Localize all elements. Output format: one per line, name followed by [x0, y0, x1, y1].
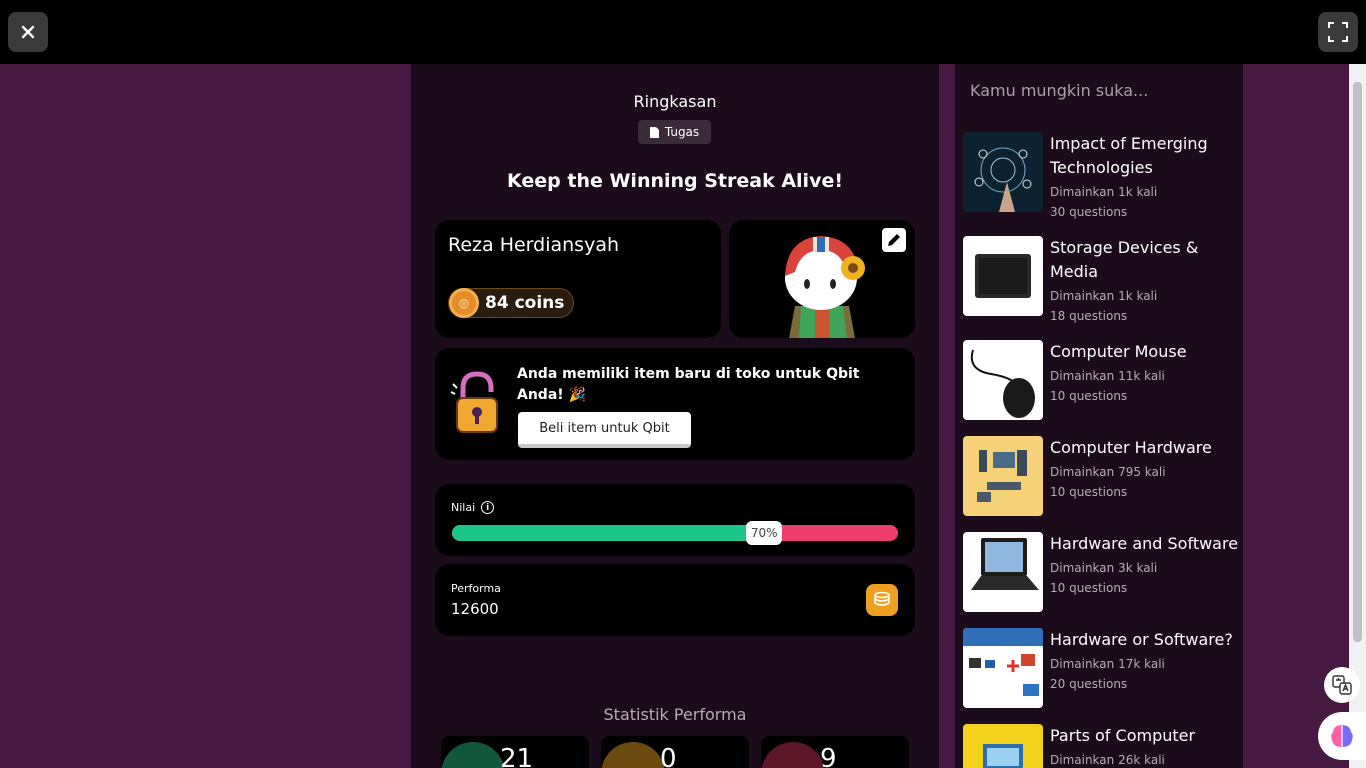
- page-scrollbar[interactable]: [1349, 64, 1366, 768]
- pencil-icon: [888, 234, 900, 246]
- ai-assistant-button[interactable]: [1318, 712, 1366, 760]
- stat-correct: 21: [441, 736, 589, 768]
- stat-partial: 0: [601, 736, 749, 768]
- scrollbar-thumb[interactable]: [1353, 82, 1362, 642]
- score-card: Nilai i 70%: [435, 484, 915, 556]
- recommendations-panel: Kamu mungkin suka... Impact of Emerging …: [955, 64, 1243, 768]
- quiz-title: Impact of Emerging Technologies: [1050, 134, 1208, 177]
- quiz-thumbnail: [963, 532, 1043, 612]
- translate-icon: [1332, 675, 1352, 695]
- stat-incorrect-circle: [761, 742, 825, 768]
- close-icon: [21, 25, 35, 39]
- shop-promo-card: Anda memiliki item baru di toko untuk Qb…: [435, 348, 915, 460]
- coins-badge: ◎ 84 coins: [448, 288, 575, 318]
- list-item[interactable]: Computer Mouse Dimainkan 11k kali 10 que…: [963, 340, 1241, 422]
- stat-partial-circle: [601, 742, 665, 768]
- stat-correct-value: 21: [500, 744, 534, 768]
- quiz-thumbnail: [963, 236, 1043, 316]
- summary-panel: Ringkasan Tugas Keep the Winning Streak …: [411, 64, 939, 768]
- coin-stack-icon: [866, 584, 898, 616]
- quiz-questions: 10 questions: [1050, 389, 1128, 403]
- streak-title: Keep the Winning Streak Alive!: [506, 170, 844, 192]
- user-card: Reza Herdiansyah ◎ 84 coins: [435, 220, 721, 338]
- translate-button[interactable]: [1324, 667, 1360, 703]
- quiz-plays: Dimainkan 3k kali: [1050, 561, 1158, 575]
- quiz-questions: 18 questions: [1050, 309, 1128, 323]
- quiz-questions: 10 questions: [1050, 485, 1128, 499]
- summary-title: Ringkasan: [633, 92, 717, 111]
- list-item[interactable]: Parts of Computer Dimainkan 26k kali: [963, 724, 1241, 768]
- quiz-plays: Dimainkan 795 kali: [1050, 465, 1166, 479]
- stat-correct-circle: [441, 742, 505, 768]
- score-label: Nilai: [451, 501, 476, 514]
- quiz-plays: Dimainkan 17k kali: [1050, 657, 1165, 671]
- stat-partial-value: 0: [660, 744, 677, 768]
- quiz-questions: 30 questions: [1050, 205, 1128, 219]
- score-percent-label: 70%: [746, 521, 783, 545]
- quiz-title: Storage Devices & Media: [1050, 238, 1199, 281]
- stat-incorrect-value: 9: [820, 744, 837, 768]
- assignment-tag: Tugas: [638, 120, 711, 144]
- document-icon: [649, 126, 659, 138]
- top-bar: [0, 0, 1366, 64]
- buy-qbit-item-button[interactable]: Beli item untuk Qbit: [518, 412, 691, 448]
- quiz-plays: Dimainkan 11k kali: [1050, 369, 1165, 383]
- unlocked-padlock-icon: [450, 371, 498, 433]
- fullscreen-icon: [1328, 22, 1348, 42]
- performance-card: Performa 12600: [435, 564, 915, 636]
- recommendations-heading: Kamu mungkin suka...: [970, 81, 1149, 100]
- quiz-thumbnail: [963, 724, 1043, 768]
- quiz-questions: 10 questions: [1050, 581, 1128, 595]
- quiz-title: Computer Hardware: [1050, 438, 1212, 457]
- score-progress-bar: [452, 525, 898, 541]
- avatar-card: [729, 220, 915, 338]
- brain-icon: [1331, 725, 1353, 747]
- stat-incorrect: 9: [761, 736, 909, 768]
- quiz-plays: Dimainkan 1k kali: [1050, 185, 1158, 199]
- performance-label: Performa: [451, 582, 501, 595]
- quiz-title: Parts of Computer: [1050, 726, 1196, 745]
- coin-icon: ◎: [449, 288, 479, 318]
- assignment-tag-label: Tugas: [664, 125, 700, 139]
- quiz-thumbnail: [963, 628, 1043, 708]
- shop-promo-text: Anda memiliki item baru di toko untuk Qb…: [517, 366, 860, 403]
- quiz-title: Hardware and Software: [1050, 534, 1239, 553]
- quiz-title: Computer Mouse: [1050, 342, 1187, 361]
- score-label-row: Nilai i: [451, 501, 495, 514]
- quiz-plays: Dimainkan 26k kali: [1050, 753, 1165, 767]
- list-item[interactable]: Hardware or Software? Dimainkan 17k kali…: [963, 628, 1241, 710]
- quiz-thumbnail: [963, 132, 1043, 212]
- score-progress-fill: [452, 525, 765, 541]
- list-item[interactable]: Hardware and Software Dimainkan 3k kali …: [963, 532, 1241, 614]
- fullscreen-button[interactable]: [1318, 12, 1358, 52]
- close-button[interactable]: [8, 12, 48, 52]
- quiz-plays: Dimainkan 1k kali: [1050, 289, 1158, 303]
- info-icon[interactable]: i: [481, 501, 495, 514]
- edit-avatar-button[interactable]: [882, 228, 906, 252]
- quiz-title: Hardware or Software?: [1050, 630, 1233, 649]
- list-item[interactable]: Computer Hardware Dimainkan 795 kali 10 …: [963, 436, 1241, 518]
- quiz-thumbnail: [963, 436, 1043, 516]
- quiz-thumbnail: [963, 340, 1043, 420]
- coins-count: 84 coins: [485, 293, 565, 313]
- list-item[interactable]: Storage Devices & Media Dimainkan 1k kal…: [963, 236, 1241, 326]
- list-item[interactable]: Impact of Emerging Technologies Dimainka…: [963, 132, 1241, 222]
- user-name: Reza Herdiansyah: [448, 234, 619, 256]
- performance-value: 12600: [451, 600, 499, 618]
- performance-stats-title: Statistik Performa: [603, 705, 747, 724]
- quiz-questions: 20 questions: [1050, 677, 1128, 691]
